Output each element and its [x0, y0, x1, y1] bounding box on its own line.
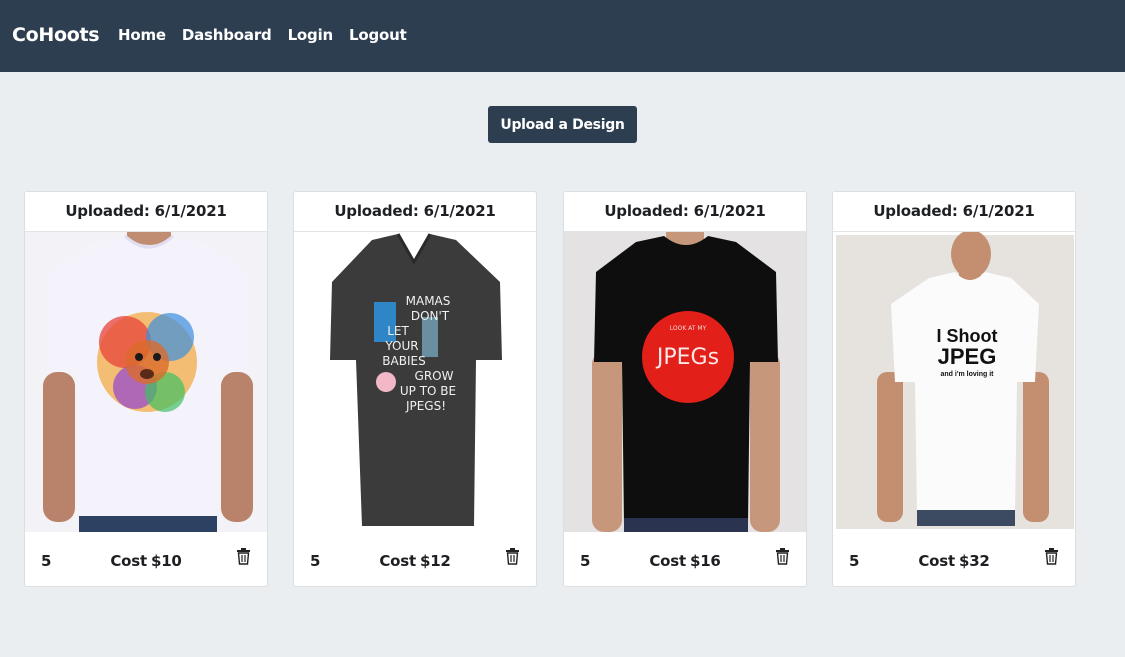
cost-value: $12 — [419, 552, 451, 570]
trash-icon[interactable] — [236, 548, 251, 565]
cost-value: $10 — [150, 552, 182, 570]
design-card: Uploaded: 6/1/2021 I Shoot JPEG and i'm … — [832, 191, 1076, 587]
cost: Cost $10 — [25, 552, 267, 570]
upload-date: Uploaded: 6/1/2021 — [294, 192, 536, 232]
card-footer: 5 Cost $12 — [294, 532, 536, 587]
shirt-print-text: GROW — [415, 369, 454, 383]
nav-links: Home Dashboard Login Logout — [118, 26, 407, 44]
shirt-print-text: LET — [387, 324, 409, 338]
design-card: Uploaded: 6/1/2021 MAMAS DON'T LET YOUR … — [293, 191, 537, 587]
cost-label: Cost — [918, 552, 955, 570]
card-footer: 5 Cost $16 — [564, 532, 806, 587]
brand-logo[interactable]: CoHoots — [12, 24, 100, 46]
cost-label: Cost — [649, 552, 686, 570]
cost-value: $32 — [958, 552, 990, 570]
design-image[interactable]: LOOK AT MY JPEGs — [564, 232, 806, 532]
design-image[interactable] — [25, 232, 267, 532]
cost: Cost $16 — [564, 552, 806, 570]
nav-link-dashboard[interactable]: Dashboard — [182, 26, 272, 44]
trash-icon[interactable] — [1044, 548, 1059, 565]
shirt-print-text: JPEG — [938, 344, 997, 369]
cost-label: Cost — [379, 552, 416, 570]
nav-link-home[interactable]: Home — [118, 26, 166, 44]
shirt-print-text: I Shoot — [937, 326, 998, 346]
shirt-print-text: DON'T — [411, 309, 450, 323]
trash-icon[interactable] — [775, 548, 790, 565]
trash-icon[interactable] — [505, 548, 520, 565]
shirt-print-text: UP TO BE — [400, 384, 456, 398]
upload-date: Uploaded: 6/1/2021 — [564, 192, 806, 232]
navbar: CoHoots Home Dashboard Login Logout — [0, 0, 1125, 72]
cost-label: Cost — [110, 552, 147, 570]
cost-value: $16 — [689, 552, 721, 570]
card-footer: 5 Cost $32 — [833, 532, 1075, 587]
design-card: Uploaded: 6/1/2021 5 Cost $10 — [24, 191, 268, 587]
shirt-print-small-text: and i'm loving it — [941, 371, 995, 378]
design-image[interactable]: I Shoot JPEG and i'm loving it — [833, 232, 1075, 532]
cost: Cost $12 — [294, 552, 536, 570]
shirt-print-text: MAMAS — [406, 294, 451, 308]
card-footer: 5 Cost $10 — [25, 532, 267, 587]
upload-design-button[interactable]: Upload a Design — [488, 106, 637, 143]
upload-date: Uploaded: 6/1/2021 — [833, 192, 1075, 232]
cost: Cost $32 — [833, 552, 1075, 570]
upload-date: Uploaded: 6/1/2021 — [25, 192, 267, 232]
design-image[interactable]: MAMAS DON'T LET YOUR BABIES GROW UP TO B… — [294, 232, 536, 532]
shirt-print-text: BABIES — [382, 354, 425, 368]
shirt-print-small-text: LOOK AT MY — [670, 325, 707, 332]
nav-link-login[interactable]: Login — [288, 26, 334, 44]
shirt-print-text: JPEGS! — [405, 399, 446, 413]
shirt-print-text: JPEGs — [655, 345, 719, 370]
nav-link-logout[interactable]: Logout — [349, 26, 407, 44]
shirt-print-text: YOUR — [384, 339, 418, 353]
design-card: Uploaded: 6/1/2021 LOOK AT MY JPEGs 5 Co… — [563, 191, 807, 587]
